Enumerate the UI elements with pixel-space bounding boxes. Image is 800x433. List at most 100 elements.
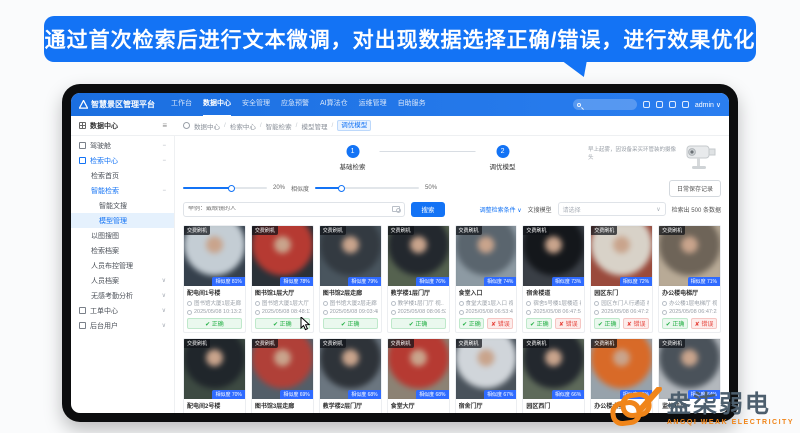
sidebar-item-1[interactable]: 检索中心 − xyxy=(71,153,174,168)
nav-item-4[interactable]: AI算法仓 xyxy=(320,93,348,117)
result-card-12[interactable]: 交费刷机相似度 67%宿舍门厅✔ 正确✘ 错误 xyxy=(454,338,518,413)
breadcrumb-item-2[interactable]: 智能检索 xyxy=(266,121,292,131)
result-card-6[interactable]: 交费刷机相似度 72%园区东门园区东门人行通道 视..2025/05/08 06… xyxy=(590,225,654,333)
nav-item-2[interactable]: 安全管理 xyxy=(242,93,270,117)
wrong-button[interactable]: ✘ 错误 xyxy=(691,318,717,329)
refresh-icon[interactable] xyxy=(183,122,190,129)
capture-photo[interactable]: 交费刷机 相似度 79% xyxy=(319,226,381,286)
similarity-badge: 相似度 68% xyxy=(416,390,449,399)
capture-photo[interactable]: 交费刷机 相似度 73% xyxy=(523,226,585,286)
correct-button[interactable]: ✔ 正确 xyxy=(526,318,553,329)
capture-photo[interactable]: 交费刷机 相似度 76% xyxy=(387,226,449,286)
sidebar-item-3[interactable]: 智能检索 − xyxy=(71,183,174,198)
collapse-sidebar-icon[interactable]: ≡ xyxy=(162,121,167,130)
card-title: 食堂大厅 xyxy=(390,404,415,410)
correct-button[interactable]: ✔ 正确 xyxy=(594,318,621,329)
similarity-badge: 相似度 73% xyxy=(551,277,585,286)
capture-photo[interactable]: 交费刷机 相似度 72% xyxy=(591,226,653,286)
result-card-2[interactable]: 交费刷机相似度 79% 图书馆2层走廊图书馆大厦2层走廊 视.. 2025/05/0… xyxy=(318,225,382,333)
correct-button[interactable]: ✔ 正确 xyxy=(458,318,485,329)
message-icon[interactable] xyxy=(655,101,663,108)
step-basic-search: 1 基础检索 xyxy=(326,145,380,171)
capture-photo[interactable]: 交费刷机 相似度 69% xyxy=(251,339,313,399)
sidebar-item-5[interactable]: 模型管理 xyxy=(71,213,174,228)
sidebar-caret-icon: − xyxy=(162,157,166,164)
similarity-badge: 相似度 81% xyxy=(212,277,245,286)
model-select[interactable]: 请选择 ∨ xyxy=(557,202,666,216)
result-card-10[interactable]: 交费刷机相似度 68%教学楼2层门厅✔ 正确✘ 错误 xyxy=(318,338,382,413)
navbar-search-input[interactable] xyxy=(572,99,637,110)
sidebar-item-9[interactable]: 人员档案 ∨ xyxy=(71,273,174,288)
nav-menu: 工作台 数据中心 安全管理 应急预警 AI算法仓 运维管理 自助服务 xyxy=(171,93,426,117)
nav-item-1[interactable]: 数据中心 xyxy=(203,93,231,117)
save-log-button[interactable]: 日常保存记录 xyxy=(668,179,721,197)
capture-photo[interactable]: 交费刷机 相似度 67% xyxy=(455,339,517,399)
wrong-button[interactable]: ✘ 错误 xyxy=(487,318,514,329)
event-type-badge: 交费刷机 xyxy=(523,339,550,348)
sidebar-item-12[interactable]: 后台用户 ∨ xyxy=(71,318,174,333)
capture-photo[interactable]: 交费刷机 相似度 70% xyxy=(184,339,245,399)
sidebar-item-6[interactable]: 以图搜图 xyxy=(71,228,174,243)
image-search-icon[interactable] xyxy=(392,206,401,213)
capture-photo[interactable]: 交费刷机 相似度 68% xyxy=(387,339,449,399)
sidebar-item-label: 人员布控管理 xyxy=(91,262,133,270)
card-title: 图书馆1层大厅 xyxy=(254,291,295,297)
sidebar-item-7[interactable]: 检索档案 xyxy=(71,243,174,258)
alert-icon[interactable] xyxy=(668,101,676,108)
watermark-subtitle: ANGQI WEAK ELECTRICITY xyxy=(666,418,794,426)
correct-button[interactable]: ✔ 正确 xyxy=(187,318,242,329)
result-card-7[interactable]: 交费刷机 相似度 71% 办公楼电梯厅 办公楼1层电梯厅 视.. 2025/05/08 … xyxy=(658,225,721,333)
sidebar-item-2[interactable]: 检索首页 xyxy=(71,168,174,183)
result-card-3[interactable]: 交费刷机 相似度 76% 教学楼1层门厅 教学楼1层门厅 视.. 2025/05/08 … xyxy=(386,225,450,333)
breadcrumb-item-3[interactable]: 模型管理 xyxy=(301,121,327,131)
similarity-badge: 相似度 67% xyxy=(483,390,517,399)
capture-photo[interactable]: 交费刷机 相似度 78% xyxy=(251,226,313,286)
monitor-frame: 智慧景区管理平台 工作台 数据中心 安全管理 应急预警 AI算法仓 运维管理 自助服务 ad… xyxy=(62,84,738,422)
breadcrumb-item-0[interactable]: 数据中心 xyxy=(194,121,220,131)
event-type-badge: 交费刷机 xyxy=(659,339,686,348)
settings-icon[interactable] xyxy=(681,101,689,108)
event-type-badge: 交费刷机 xyxy=(591,226,618,235)
camera-location-icon xyxy=(187,300,192,306)
result-card-4[interactable]: 交费刷机 相似度 74% 食堂入口 食堂大厦1层入口 视.. 2025/05/08 06… xyxy=(454,225,518,333)
nav-item-6[interactable]: 自助服务 xyxy=(398,93,426,117)
correct-button[interactable]: ✔ 正确 xyxy=(390,318,446,329)
result-card-13[interactable]: 交费刷机相似度 66%园区西门✔ 正确✘ 错误 xyxy=(522,338,586,413)
event-type-badge: 交费刷机 xyxy=(591,339,618,348)
fullscreen-icon[interactable] xyxy=(642,101,650,108)
sidebar-item-11[interactable]: 工单中心 ∨ xyxy=(71,303,174,318)
capture-photo[interactable]: 交费刷机 相似度 81% xyxy=(184,226,245,286)
text-search-input[interactable] xyxy=(188,206,392,212)
result-card-5[interactable]: 交费刷机相似度 73%宿舍楼道宿舍5号楼1层楼道 视..2025/05/08 0… xyxy=(522,225,586,333)
similarity-slider-min[interactable] xyxy=(183,184,267,192)
sidebar-item-10[interactable]: 无感考勤分析 ∨ xyxy=(71,288,174,303)
wrong-button[interactable]: ✘ 错误 xyxy=(555,318,582,329)
search-button[interactable]: 搜索 xyxy=(411,201,445,217)
breadcrumb-item-4[interactable]: 调优模型 xyxy=(337,120,372,131)
hint-text: 早上起雾，因设备采买环管装的摄像头 xyxy=(588,147,677,162)
sidebar-item-label: 智能文搜 xyxy=(99,202,127,210)
sidebar-item-4[interactable]: 智能文搜 xyxy=(71,198,174,213)
sidebar-item-8[interactable]: 人员布控管理 xyxy=(71,258,174,273)
sidebar-item-0[interactable]: 驾驶舱 − xyxy=(71,138,174,153)
result-card-0[interactable]: 交费刷机相似度 81% 配电间1号楼图书馆大厦1层走廊 视.. 2025/05/08… xyxy=(183,225,246,333)
nav-item-5[interactable]: 运维管理 xyxy=(359,93,387,117)
capture-photo[interactable]: 交费刷机 相似度 71% xyxy=(659,226,720,286)
adjust-conditions-link[interactable]: 调整检索条件 ∨ xyxy=(480,205,522,214)
result-card-9[interactable]: 交费刷机相似度 69%图书馆3层走廊✔ 正确✘ 错误 xyxy=(250,338,314,413)
correct-button[interactable]: ✔ 正确 xyxy=(322,318,378,329)
results-grid-wrap: 交费刷机相似度 81%配电间1号楼图书馆大厦1层走廊 视..2025/05/08… xyxy=(183,225,721,413)
user-menu[interactable]: admin ∨ xyxy=(695,101,721,109)
similarity-slider-max[interactable] xyxy=(315,184,420,192)
nav-item-0[interactable]: 工作台 xyxy=(171,93,192,117)
nav-item-3[interactable]: 应急预警 xyxy=(281,93,309,117)
capture-photo[interactable]: 交费刷机 相似度 68% xyxy=(319,339,381,399)
card-location: 图书馆大厦2层走廊 视.. xyxy=(322,299,378,307)
capture-photo[interactable]: 交费刷机 相似度 74% xyxy=(455,226,517,286)
breadcrumb-item-1[interactable]: 检索中心 xyxy=(230,121,256,131)
capture-photo[interactable]: 交费刷机 相似度 66% xyxy=(523,339,585,399)
result-card-11[interactable]: 交费刷机相似度 68%食堂大厅✔ 正确✘ 错误 xyxy=(386,338,450,413)
wrong-button[interactable]: ✘ 错误 xyxy=(623,318,650,329)
correct-button[interactable]: ✔ 正确 xyxy=(662,318,689,329)
result-card-8[interactable]: 交费刷机相似度 70%配电间2号楼✔ 正确✘ 错误 xyxy=(183,338,246,413)
